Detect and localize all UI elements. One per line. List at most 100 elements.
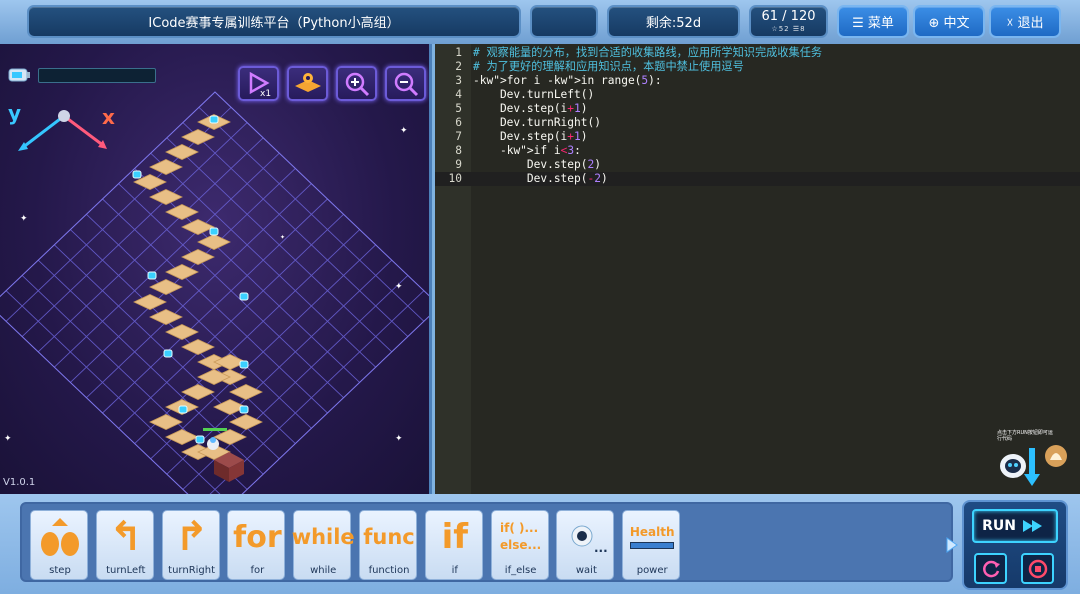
block-label: step	[49, 565, 71, 576]
step-block-icon	[31, 514, 89, 560]
zoom-out-button[interactable]	[385, 66, 426, 101]
code-line[interactable]: 5 Dev.step(i+1)	[435, 102, 1080, 116]
path-tile	[197, 234, 231, 250]
line-number: 1	[455, 46, 462, 59]
code-text[interactable]: Dev.step(-2)	[473, 172, 608, 186]
svg-text:...: ...	[594, 541, 608, 555]
energy-crystal	[132, 170, 142, 179]
energy-crystal	[178, 405, 188, 414]
energy-crystal	[239, 292, 249, 301]
block-if[interactable]: if if	[424, 510, 483, 580]
bottom-bar: step ↰ turnLeft ↱ turnRight for for while while f…	[0, 494, 1080, 594]
star-decoration: ✦	[280, 234, 286, 241]
line-number: 8	[455, 144, 462, 157]
wait-block-icon: ...	[557, 514, 615, 560]
block-label: for	[250, 565, 265, 576]
energy-crystal	[209, 227, 219, 236]
code-text[interactable]: Dev.step(i+1)	[473, 102, 588, 116]
path-tile	[133, 294, 167, 310]
run-button[interactable]: RUN	[972, 509, 1058, 543]
zoom-in-button[interactable]	[336, 66, 377, 101]
stop-icon	[1028, 559, 1047, 578]
code-text[interactable]: -kw">if i<3:	[473, 144, 581, 158]
remaining-days: 剩余:52d	[607, 5, 740, 38]
code-line[interactable]: 7 Dev.step(i+1)	[435, 130, 1080, 144]
block-palette: step ↰ turnLeft ↱ turnRight for for while while f…	[20, 502, 953, 582]
line-number: 2	[455, 60, 462, 73]
energy-progress-bar	[38, 68, 156, 83]
if-block-icon: if	[441, 517, 469, 557]
path-tile	[181, 129, 215, 145]
stop-button[interactable]	[1021, 553, 1054, 584]
path-tile	[165, 144, 199, 160]
line-number: 5	[455, 102, 462, 115]
path-tile	[181, 249, 215, 265]
menu-button[interactable]: ☰ 菜单	[837, 5, 909, 38]
block-if-else[interactable]: if( )... else... if_else	[490, 510, 549, 580]
svg-text:x1: x1	[260, 89, 271, 97]
block-label: wait	[575, 565, 597, 576]
helper-robot: 点击下方RUN按钮即可运行代码	[995, 428, 1075, 490]
code-text[interactable]: # 观察能量的分布，找到合适的收集路线，应用所学知识完成收集任务	[473, 46, 822, 60]
zoom-out-icon	[394, 72, 418, 96]
path-tile	[165, 204, 199, 220]
play-speed-button[interactable]: x1	[238, 66, 279, 101]
energy-crystal	[195, 435, 205, 444]
block-turnRight[interactable]: ↱ turnRight	[161, 510, 220, 580]
code-text[interactable]: Dev.turnLeft()	[473, 88, 594, 102]
star-decoration: ✦	[400, 126, 408, 136]
code-text[interactable]: # 为了更好的理解和应用知识点，本题中禁止使用逗号	[473, 60, 744, 74]
energy-crystal	[239, 360, 249, 369]
path-tile	[165, 429, 199, 445]
turnLeft-block-icon: ↰	[109, 514, 143, 560]
block-for[interactable]: for for	[227, 510, 286, 580]
code-line[interactable]: 3 -kw">for i -kw">in range(5):	[435, 74, 1080, 88]
block-label: while	[310, 565, 337, 576]
for-block-icon: for	[233, 519, 282, 555]
code-line[interactable]: 2 # 为了更好的理解和应用知识点，本题中禁止使用逗号	[435, 60, 1080, 74]
helper-hint: 点击下方RUN按钮即可运行代码	[997, 430, 1053, 442]
while-block-icon: while	[291, 525, 355, 549]
axis-indicator: y x	[8, 101, 115, 151]
code-line[interactable]: 4 Dev.turnLeft()	[435, 88, 1080, 102]
code-text[interactable]: Dev.step(2)	[473, 158, 601, 172]
block-function[interactable]: func function	[359, 510, 417, 580]
code-editor[interactable]: 1 # 观察能量的分布，找到合适的收集路线，应用所学知识完成收集任务 2 # 为了更好…	[435, 44, 1080, 494]
path-tile	[181, 219, 215, 235]
reset-button[interactable]	[974, 553, 1007, 584]
block-label: turnLeft	[106, 565, 146, 576]
star-decoration: ✦	[395, 282, 403, 292]
block-step[interactable]: step	[30, 510, 88, 580]
code-text[interactable]: Dev.turnRight()	[473, 116, 601, 130]
run-panel: RUN	[962, 500, 1068, 590]
energy-crystal	[239, 405, 249, 414]
palette-next-arrow-icon[interactable]	[945, 536, 959, 554]
block-turnLeft[interactable]: ↰ turnLeft	[95, 510, 154, 580]
language-button[interactable]: ⊕ 中文	[913, 5, 985, 38]
code-line[interactable]: 9 Dev.step(2)	[435, 158, 1080, 172]
line-number: 7	[455, 130, 462, 143]
energy-crystal	[209, 115, 219, 124]
fast-forward-icon	[1022, 520, 1042, 532]
exit-button[interactable]: ☓ 退出	[989, 5, 1061, 38]
code-line[interactable]: 6 Dev.turnRight()	[435, 116, 1080, 130]
block-wait[interactable]: ... wait	[556, 510, 615, 580]
code-line[interactable]: 10 Dev.step(-2)	[435, 172, 1080, 186]
block-while[interactable]: while while	[291, 510, 355, 580]
zoom-in-icon	[345, 72, 369, 96]
star-decoration: ✦	[4, 434, 12, 444]
code-text[interactable]: Dev.step(i+1)	[473, 130, 588, 144]
block-label: power	[636, 565, 668, 576]
code-line[interactable]: 8 -kw">if i<3:	[435, 144, 1080, 158]
line-number: 9	[455, 158, 462, 171]
block-label: turnRight	[168, 565, 216, 576]
map-button[interactable]	[287, 66, 328, 101]
function-block-icon: func	[363, 525, 415, 549]
code-line[interactable]: 1 # 观察能量的分布，找到合适的收集路线，应用所学知识完成收集任务	[435, 46, 1080, 60]
energy-crystal	[163, 349, 173, 358]
level-progress: 61 / 120 ☆52 ☰8	[749, 5, 828, 38]
blank-status-pill	[530, 5, 598, 38]
turnRight-block-icon: ↱	[174, 514, 209, 560]
block-power[interactable]: Health power	[622, 510, 681, 580]
code-text[interactable]: -kw">for i -kw">in range(5):	[473, 74, 662, 88]
